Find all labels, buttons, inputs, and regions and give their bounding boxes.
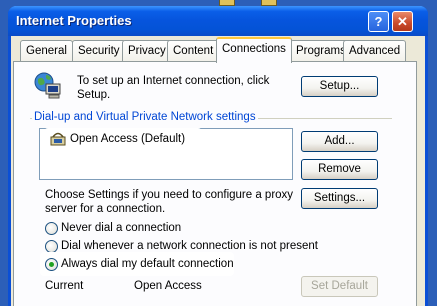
dial-up-connection-icon bbox=[50, 132, 66, 146]
dialup-group-label: Dial-up and Virtual Private Network sett… bbox=[32, 111, 258, 123]
remove-button[interactable]: Remove bbox=[301, 159, 378, 180]
tab-advanced[interactable]: Advanced bbox=[343, 40, 407, 61]
settings-text-line1: Choose Settings if you need to configure… bbox=[45, 189, 294, 201]
option-always-dial-label[interactable]: Always dial my default connection bbox=[61, 258, 234, 271]
add-button[interactable]: Add... bbox=[301, 131, 378, 152]
network-setup-icon bbox=[34, 72, 61, 99]
tab-general[interactable]: General bbox=[20, 40, 73, 61]
current-connection-value: Open Access bbox=[134, 280, 202, 292]
window-title: Internet Properties bbox=[16, 13, 132, 28]
connection-item-label[interactable]: Open Access (Default) bbox=[70, 133, 185, 146]
tab-privacy[interactable]: Privacy bbox=[122, 40, 172, 61]
radio-always-dial[interactable] bbox=[45, 258, 58, 271]
tab-connections[interactable]: Connections bbox=[216, 37, 292, 63]
setup-button[interactable]: Setup... bbox=[301, 76, 378, 97]
set-default-button[interactable]: Set Default bbox=[301, 276, 378, 297]
close-button[interactable]: ✕ bbox=[392, 11, 413, 32]
settings-button[interactable]: Settings... bbox=[301, 188, 378, 209]
help-button[interactable]: ? bbox=[368, 11, 389, 32]
radio-never-dial[interactable] bbox=[45, 222, 58, 235]
title-bar[interactable]: Internet Properties ? ✕ bbox=[8, 6, 428, 36]
current-label: Current bbox=[45, 280, 84, 292]
setup-text-line2: Setup. bbox=[77, 89, 111, 101]
settings-text-line2: server for a connection. bbox=[45, 203, 166, 215]
tab-content[interactable]: Content bbox=[167, 40, 220, 61]
tab-security[interactable]: Security bbox=[72, 40, 126, 61]
setup-text-line1: To set up an Internet connection, click bbox=[77, 75, 270, 87]
option-never-dial-label[interactable]: Never dial a connection bbox=[61, 222, 181, 235]
